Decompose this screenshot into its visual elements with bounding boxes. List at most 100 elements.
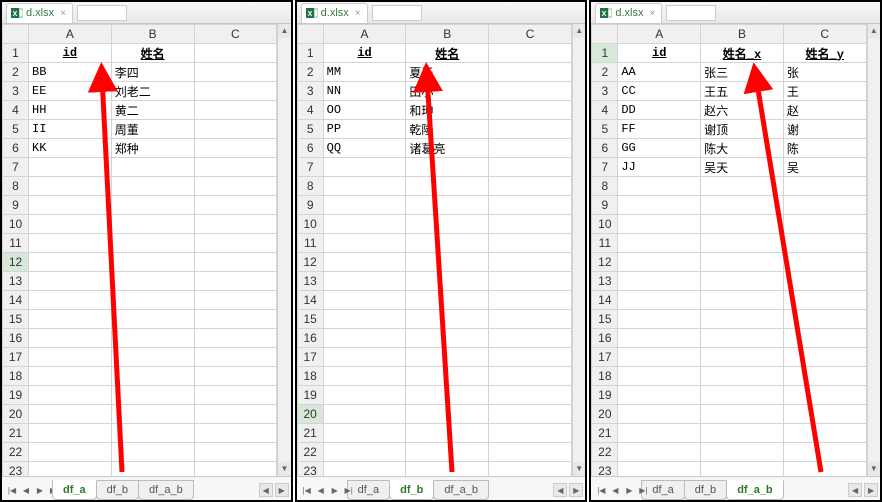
cell[interactable] (323, 329, 406, 348)
cell[interactable] (194, 291, 277, 310)
row-header[interactable]: 14 (592, 291, 618, 310)
row-header[interactable]: 20 (3, 405, 29, 424)
row-header[interactable]: 23 (3, 462, 29, 477)
prev-icon[interactable]: ◀ (315, 482, 327, 498)
row-header[interactable]: 1 (3, 44, 29, 63)
cell[interactable] (29, 196, 112, 215)
cell[interactable] (783, 367, 866, 386)
cell[interactable] (111, 329, 194, 348)
cell[interactable] (111, 291, 194, 310)
cell[interactable]: 姓名 (406, 44, 489, 63)
cell[interactable] (194, 215, 277, 234)
cell[interactable] (489, 310, 572, 329)
row-header[interactable]: 5 (297, 120, 323, 139)
cell[interactable] (111, 386, 194, 405)
cell[interactable] (489, 405, 572, 424)
cell[interactable] (618, 443, 701, 462)
row-header[interactable]: 21 (297, 424, 323, 443)
cell[interactable] (701, 405, 784, 424)
cell[interactable] (323, 462, 406, 477)
scroll-left-icon[interactable]: ◀ (259, 483, 273, 497)
cell[interactable] (618, 215, 701, 234)
sheet-tab[interactable]: df_b (684, 480, 727, 500)
cell[interactable] (489, 329, 572, 348)
cell[interactable] (618, 253, 701, 272)
cell[interactable] (783, 196, 866, 215)
row-header[interactable]: 23 (592, 462, 618, 477)
cell[interactable] (406, 310, 489, 329)
cell[interactable] (701, 291, 784, 310)
cell[interactable] (111, 253, 194, 272)
cell[interactable] (489, 386, 572, 405)
column-header[interactable]: C (489, 25, 572, 44)
cell[interactable] (701, 386, 784, 405)
cell[interactable]: QQ (323, 139, 406, 158)
cell[interactable] (618, 310, 701, 329)
row-header[interactable]: 9 (3, 196, 29, 215)
first-icon[interactable]: |◀ (6, 482, 18, 498)
cell[interactable]: 和珅 (406, 101, 489, 120)
cell[interactable] (701, 367, 784, 386)
cell[interactable]: JJ (618, 158, 701, 177)
cell[interactable] (111, 462, 194, 477)
cell[interactable]: AA (618, 63, 701, 82)
cell[interactable]: 陈大 (701, 139, 784, 158)
cell[interactable] (783, 386, 866, 405)
cell[interactable] (489, 215, 572, 234)
row-header[interactable]: 4 (297, 101, 323, 120)
row-header[interactable]: 1 (297, 44, 323, 63)
cell[interactable]: 李四 (111, 63, 194, 82)
column-header[interactable]: C (783, 25, 866, 44)
cell[interactable] (783, 291, 866, 310)
sheet-tab[interactable]: df_a_b (138, 480, 194, 500)
cell[interactable] (29, 443, 112, 462)
cell[interactable] (406, 158, 489, 177)
scroll-up-icon[interactable]: ▲ (573, 24, 585, 38)
cell[interactable]: CC (618, 82, 701, 101)
row-header[interactable]: 15 (592, 310, 618, 329)
cell[interactable] (194, 177, 277, 196)
cell[interactable] (29, 310, 112, 329)
select-all-corner[interactable] (3, 25, 29, 44)
cell[interactable] (29, 234, 112, 253)
cell[interactable]: EE (29, 82, 112, 101)
cell[interactable] (618, 234, 701, 253)
last-icon[interactable]: ▶| (343, 482, 355, 498)
row-header[interactable]: 5 (592, 120, 618, 139)
cell[interactable] (194, 329, 277, 348)
cell[interactable] (323, 443, 406, 462)
cell[interactable] (194, 367, 277, 386)
cell[interactable] (489, 462, 572, 477)
cell[interactable] (783, 329, 866, 348)
cell[interactable] (489, 348, 572, 367)
first-icon[interactable]: |◀ (301, 482, 313, 498)
row-header[interactable]: 1 (592, 44, 618, 63)
cell[interactable] (783, 462, 866, 477)
cell[interactable]: 谢 (783, 120, 866, 139)
cell[interactable] (323, 310, 406, 329)
cell[interactable]: 姓名_x (701, 44, 784, 63)
cell[interactable] (406, 329, 489, 348)
row-header[interactable]: 22 (3, 443, 29, 462)
next-icon[interactable]: ▶ (329, 482, 341, 498)
row-header[interactable]: 22 (592, 443, 618, 462)
cell[interactable] (29, 215, 112, 234)
cell[interactable] (323, 253, 406, 272)
cell[interactable] (406, 253, 489, 272)
row-header[interactable]: 9 (297, 196, 323, 215)
cell[interactable] (701, 310, 784, 329)
cell[interactable] (194, 348, 277, 367)
row-header[interactable]: 6 (297, 139, 323, 158)
cell[interactable] (29, 253, 112, 272)
cell[interactable] (783, 443, 866, 462)
cell[interactable] (194, 82, 277, 101)
cell[interactable] (618, 367, 701, 386)
cell[interactable] (323, 272, 406, 291)
row-header[interactable]: 16 (592, 329, 618, 348)
scroll-right-icon[interactable]: ▶ (569, 483, 583, 497)
sheet-tab[interactable]: df_a (52, 480, 97, 500)
row-header[interactable]: 12 (297, 253, 323, 272)
cell[interactable]: 田小 (406, 82, 489, 101)
cell[interactable] (489, 424, 572, 443)
cell[interactable] (489, 272, 572, 291)
